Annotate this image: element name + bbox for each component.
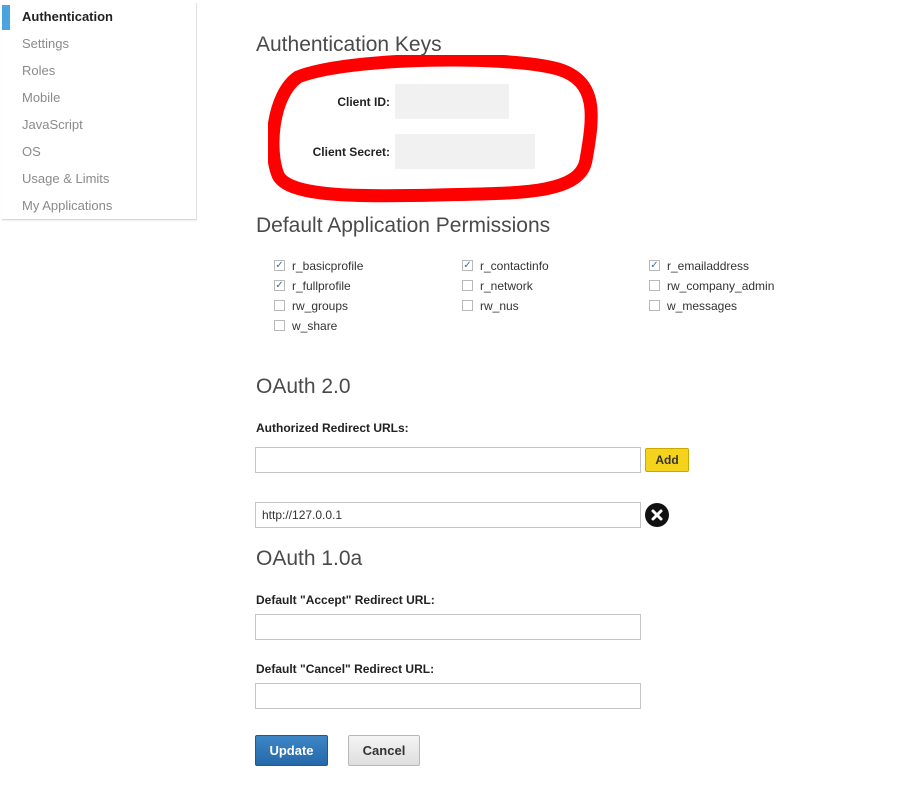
permission-rw-nus[interactable]: rw_nus — [462, 298, 519, 314]
permission-r-emailaddress[interactable]: ✓ r_emailaddress — [649, 258, 749, 274]
permission-rw-company-admin[interactable]: rw_company_admin — [649, 278, 774, 294]
redirect-url-input[interactable] — [255, 447, 641, 473]
permission-label: rw_company_admin — [667, 279, 775, 293]
permission-label: r_basicprofile — [292, 259, 364, 273]
sidebar-nav: Authentication Settings Roles Mobile Jav… — [2, 3, 197, 220]
permission-w-messages[interactable]: w_messages — [649, 298, 737, 314]
permission-label: r_fullprofile — [292, 279, 351, 293]
cancel-button[interactable]: Cancel — [348, 735, 420, 766]
checkbox-icon[interactable] — [274, 300, 285, 312]
accept-redirect-input[interactable] — [255, 614, 641, 640]
permission-label: r_emailaddress — [667, 259, 750, 273]
sidebar-item-mobile[interactable]: Mobile — [2, 84, 196, 111]
checkbox-icon[interactable] — [462, 300, 473, 312]
permission-r-basicprofile[interactable]: ✓ r_basicprofile — [274, 258, 363, 274]
cancel-redirect-label: Default "Cancel" Redirect URL: — [256, 662, 435, 676]
checkbox-icon[interactable]: ✓ — [649, 260, 660, 272]
client-id-label: Client ID: — [337, 95, 390, 109]
remove-url-icon — [651, 509, 663, 521]
checkbox-icon[interactable]: ✓ — [274, 280, 285, 292]
redirect-urls-label: Authorized Redirect URLs: — [256, 421, 409, 435]
sidebar-item-javascript[interactable]: JavaScript — [2, 111, 196, 138]
permission-rw-groups[interactable]: rw_groups — [274, 298, 348, 314]
checkbox-icon[interactable] — [649, 280, 660, 292]
client-secret-label: Client Secret: — [312, 145, 390, 159]
sidebar-item-authentication[interactable]: Authentication — [2, 3, 196, 30]
close-circle-icon[interactable] — [645, 503, 669, 527]
accept-redirect-label: Default "Accept" Redirect URL: — [256, 593, 435, 607]
permission-label: r_contactinfo — [480, 259, 549, 273]
checkbox-icon[interactable]: ✓ — [274, 260, 285, 272]
update-button[interactable]: Update — [255, 735, 328, 766]
permission-w-share[interactable]: w_share — [274, 318, 337, 334]
permission-r-network[interactable]: r_network — [462, 278, 533, 294]
sidebar-item-usage-limits[interactable]: Usage & Limits — [2, 165, 196, 192]
permission-label: r_network — [480, 279, 533, 293]
checkbox-icon[interactable]: ✓ — [462, 260, 473, 272]
permission-r-fullprofile[interactable]: ✓ r_fullprofile — [274, 278, 351, 294]
oauth1-heading: OAuth 1.0a — [256, 547, 363, 570]
permission-label: rw_nus — [480, 299, 519, 313]
sidebar-item-my-applications[interactable]: My Applications — [2, 192, 196, 219]
sidebar-item-roles[interactable]: Roles — [2, 57, 196, 84]
permission-r-contactinfo[interactable]: ✓ r_contactinfo — [462, 258, 549, 274]
checkbox-icon[interactable] — [649, 300, 660, 312]
permission-label: w_share — [292, 319, 338, 333]
cancel-redirect-input[interactable] — [255, 683, 641, 709]
sidebar-item-settings[interactable]: Settings — [2, 30, 196, 57]
permission-label: w_messages — [667, 299, 738, 313]
app-root: Authentication Settings Roles Mobile Jav… — [0, 0, 897, 793]
redirect-url-entry[interactable]: http://127.0.0.1 — [255, 502, 641, 528]
permissions-heading: Default Application Permissions — [256, 214, 551, 237]
client-id-value — [395, 84, 509, 119]
permission-label: rw_groups — [292, 299, 349, 313]
add-url-button[interactable]: Add — [645, 448, 689, 472]
sidebar-item-os[interactable]: OS — [2, 138, 196, 165]
auth-keys-heading: Authentication Keys — [256, 33, 442, 56]
client-secret-value — [395, 134, 535, 169]
oauth2-heading: OAuth 2.0 — [256, 375, 351, 398]
checkbox-icon[interactable] — [274, 320, 285, 332]
red-highlight-annotation — [268, 55, 598, 203]
checkbox-icon[interactable] — [462, 280, 473, 292]
